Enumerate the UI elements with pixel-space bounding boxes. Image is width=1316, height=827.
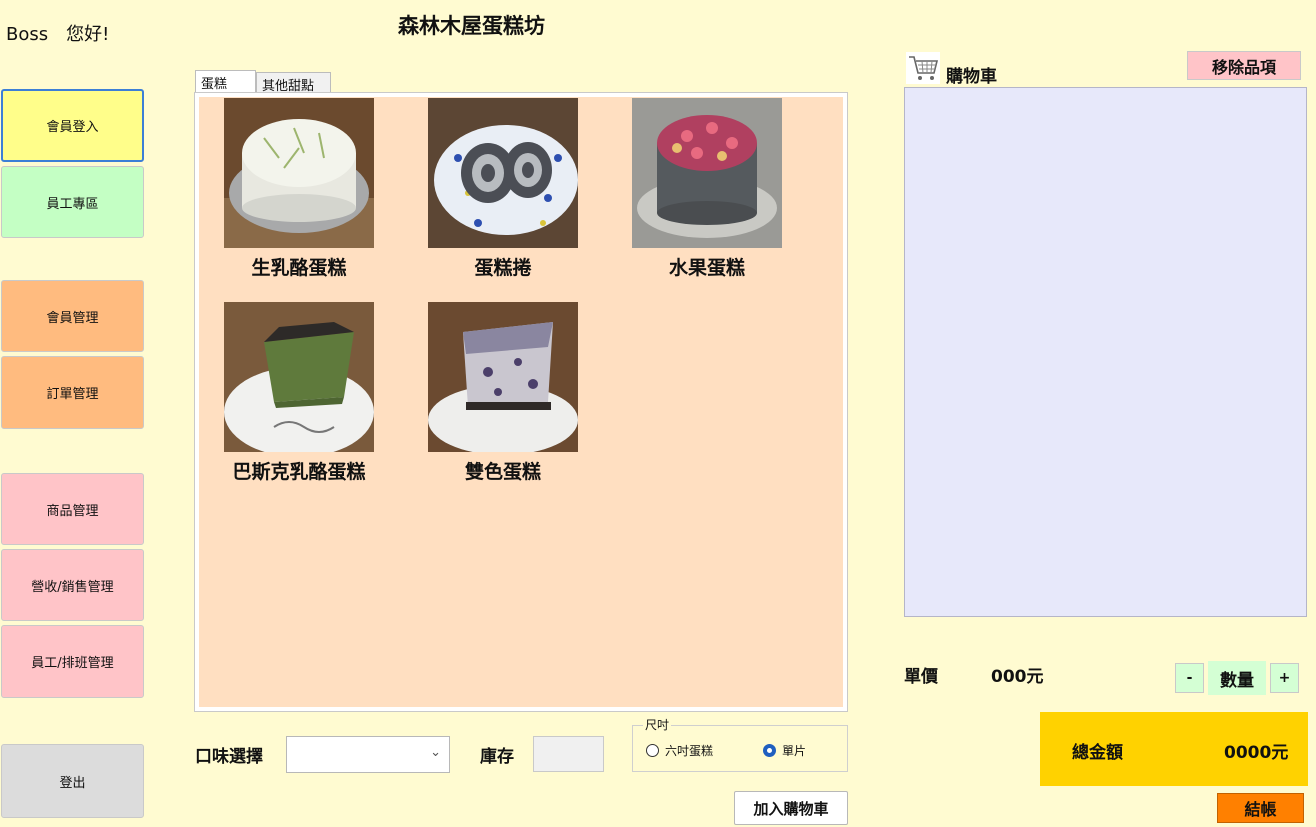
product-management-label: 商品管理 xyxy=(46,503,99,519)
total-value: 0000元 xyxy=(1224,743,1289,763)
remove-item-button[interactable]: 移除品項 xyxy=(1187,51,1301,80)
size-slice-label: 單片 xyxy=(782,744,807,758)
cheesecake-photo xyxy=(224,98,374,248)
member-login-label: 會員登入 xyxy=(46,120,99,135)
order-management-button[interactable]: 訂單管理 xyxy=(1,356,144,429)
greeting-text: 您好! xyxy=(66,24,110,45)
quantity-label: 數量 xyxy=(1208,661,1266,695)
product-name: 蛋糕捲 xyxy=(474,257,532,279)
radio-checked-icon xyxy=(763,744,776,757)
product-basque-cheesecake[interactable]: 巴斯克乳酪蛋糕 xyxy=(205,302,393,484)
logout-button[interactable]: 登出 xyxy=(1,744,144,818)
basque-cheesecake-photo xyxy=(224,302,374,452)
product-panel: 生乳酪蛋糕 蛋糕捲 水果蛋糕 巴斯克乳酪蛋糕 雙色蛋糕 xyxy=(194,92,848,712)
tab-other-desserts[interactable]: 其他甜點 xyxy=(256,72,331,94)
staff-area-button[interactable]: 員工專區 xyxy=(1,166,144,238)
size-slice-radio[interactable]: 單片 xyxy=(763,742,806,759)
product-name: 雙色蛋糕 xyxy=(464,461,541,483)
product-two-tone-cake[interactable]: 雙色蛋糕 xyxy=(428,302,578,484)
member-management-button[interactable]: 會員管理 xyxy=(1,280,144,352)
revenue-management-button[interactable]: 營收/銷售管理 xyxy=(1,549,144,621)
radio-unchecked-icon xyxy=(646,744,659,757)
user-name: Boss xyxy=(6,24,49,45)
cart-icon xyxy=(906,52,940,84)
size-legend: 尺吋 xyxy=(643,716,672,733)
cake-roll-photo xyxy=(428,98,578,248)
chevron-down-icon: ⌄ xyxy=(430,745,441,760)
staff-area-label: 員工專區 xyxy=(46,196,99,212)
size-six-inch-label: 六吋蛋糕 xyxy=(665,744,714,758)
stock-label: 庫存 xyxy=(480,747,514,767)
unit-price-value: 000元 xyxy=(991,667,1044,687)
unit-price-label: 單價 xyxy=(904,667,938,687)
fruit-cake-photo xyxy=(632,98,782,248)
greeting: Boss 您好! xyxy=(6,20,109,46)
product-name: 巴斯克乳酪蛋糕 xyxy=(232,461,366,483)
product-name: 水果蛋糕 xyxy=(668,257,745,279)
member-management-label: 會員管理 xyxy=(46,310,99,326)
member-login-button[interactable]: 會員登入 xyxy=(1,89,144,162)
revenue-management-label: 營收/銷售管理 xyxy=(31,579,114,595)
shop-title: 森林木屋蛋糕坊 xyxy=(398,14,545,38)
cart-list[interactable] xyxy=(904,87,1307,617)
total-label: 總金額 xyxy=(1072,743,1123,763)
product-fruit-cake[interactable]: 水果蛋糕 xyxy=(632,98,782,280)
product-cake-roll[interactable]: 蛋糕捲 xyxy=(428,98,578,280)
logout-label: 登出 xyxy=(59,775,86,791)
quantity-decrease-button[interactable]: - xyxy=(1175,663,1204,693)
size-six-inch-radio[interactable]: 六吋蛋糕 xyxy=(646,742,713,759)
product-name: 生乳酪蛋糕 xyxy=(251,257,347,279)
product-management-button[interactable]: 商品管理 xyxy=(1,473,144,545)
staff-schedule-button[interactable]: 員工/排班管理 xyxy=(1,625,144,698)
flavor-select[interactable]: ⌄ xyxy=(286,736,450,773)
staff-schedule-label: 員工/排班管理 xyxy=(31,656,114,671)
checkout-button[interactable]: 結帳 xyxy=(1217,793,1304,823)
product-cheesecake[interactable]: 生乳酪蛋糕 xyxy=(224,98,374,280)
flavor-label: 口味選擇 xyxy=(195,747,263,767)
cart-label: 購物車 xyxy=(946,67,997,87)
add-to-cart-button[interactable]: 加入購物車 xyxy=(734,791,848,825)
tab-cakes[interactable]: 蛋糕 xyxy=(195,70,256,94)
stock-field xyxy=(533,736,604,772)
order-management-label: 訂單管理 xyxy=(46,387,99,402)
quantity-increase-button[interactable]: + xyxy=(1270,663,1299,693)
product-grid: 生乳酪蛋糕 蛋糕捲 水果蛋糕 巴斯克乳酪蛋糕 雙色蛋糕 xyxy=(199,97,843,707)
two-tone-cake-photo xyxy=(428,302,578,452)
